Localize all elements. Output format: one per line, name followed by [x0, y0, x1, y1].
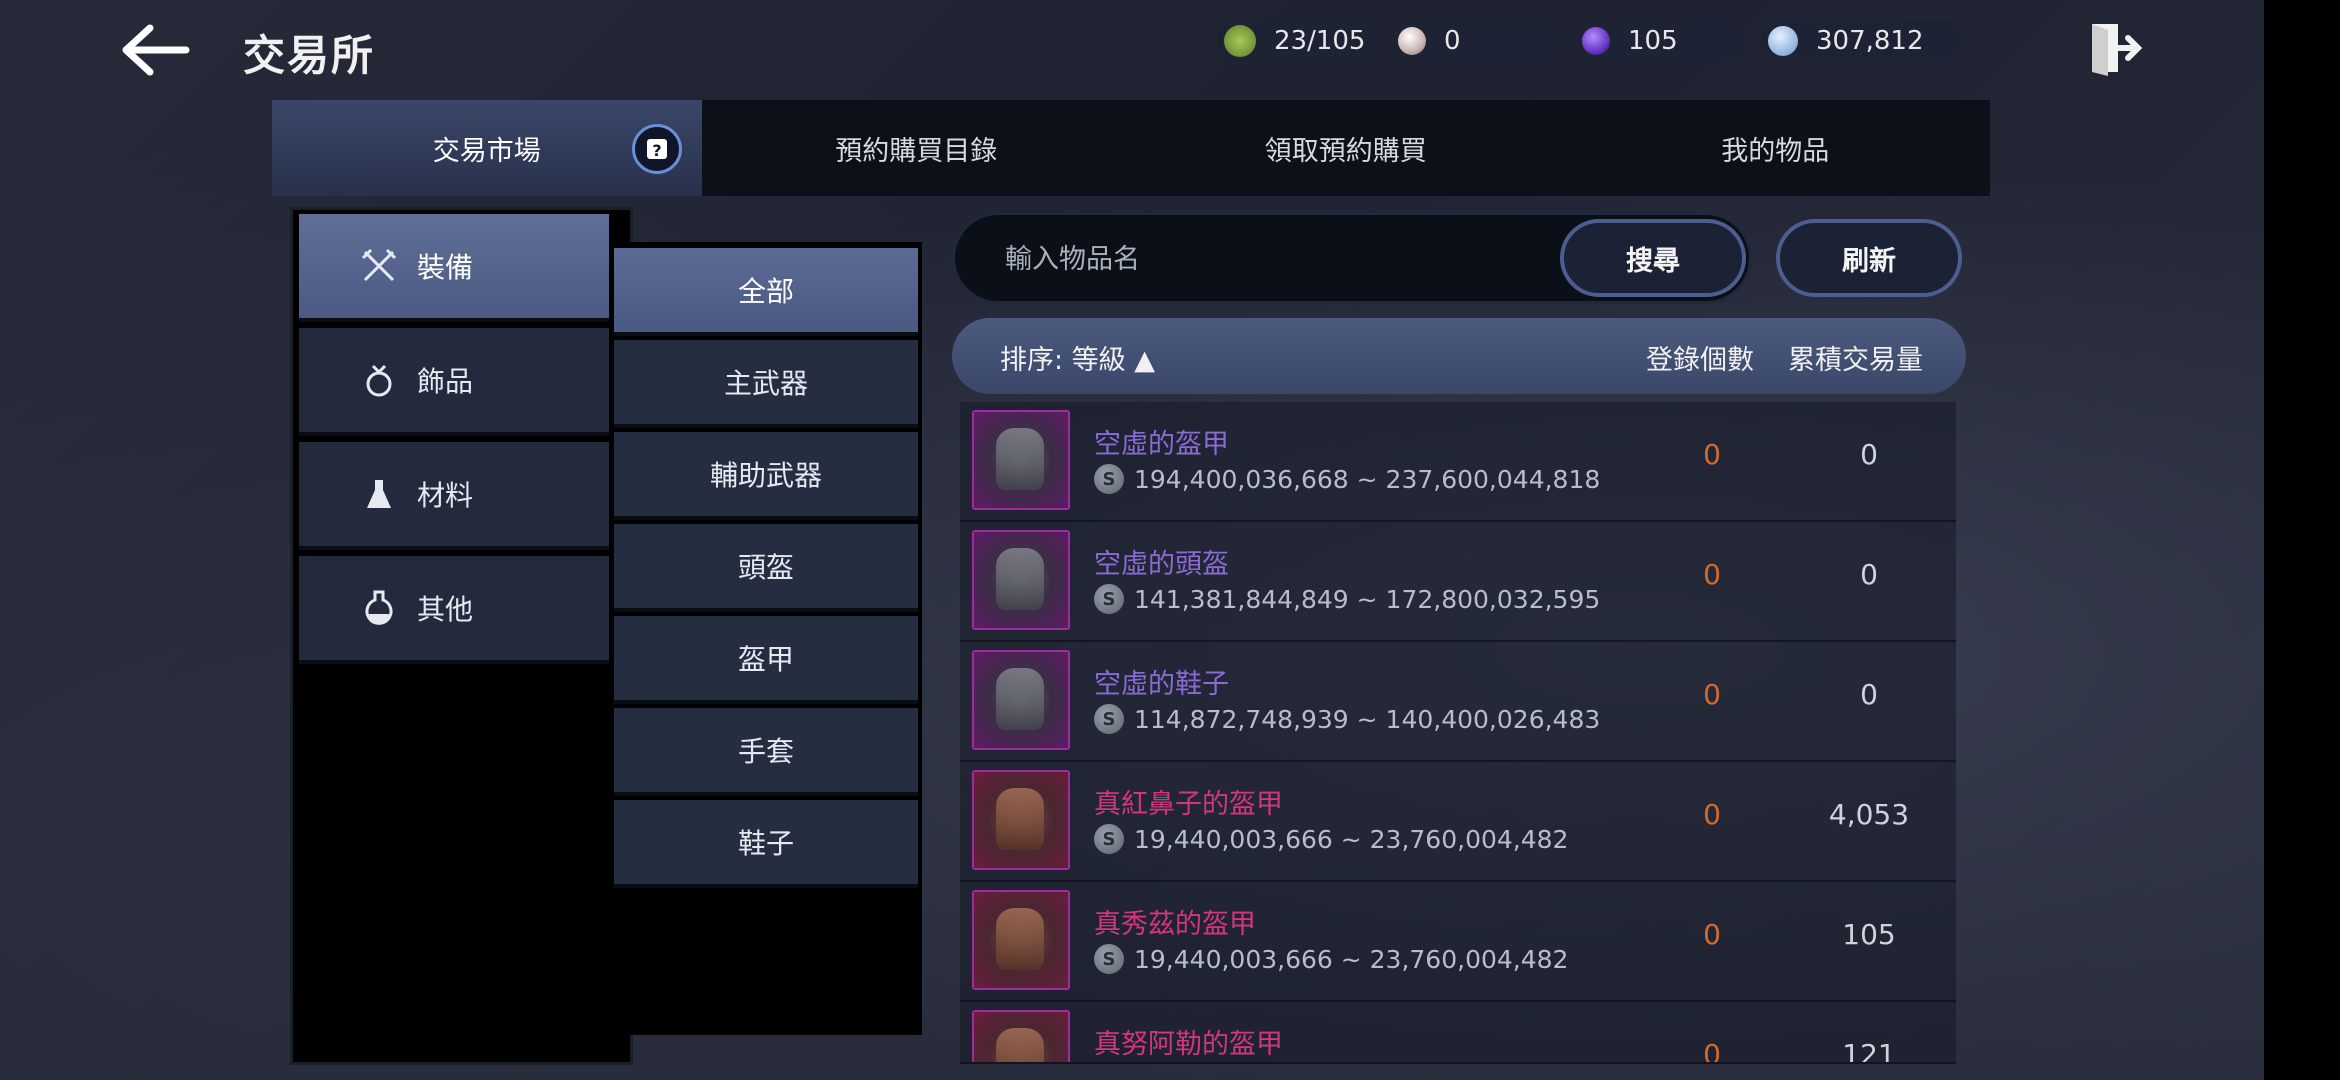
item-name: 空虛的頭盔 [1094, 549, 1229, 580]
item-thumbnail [972, 770, 1070, 870]
item-name: 真努阿勒的盔甲 [1094, 1029, 1283, 1060]
flask-icon [367, 480, 391, 508]
subcategory-helmet[interactable]: 頭盔 [614, 524, 918, 612]
subcategory-gloves[interactable]: 手套 [614, 708, 918, 796]
item-thumbnail [972, 890, 1070, 990]
item-thumbnail [972, 650, 1070, 750]
item-name: 真秀茲的盔甲 [1094, 909, 1256, 940]
help-book-icon[interactable]: ? [631, 124, 682, 174]
search-input[interactable] [1003, 233, 1527, 285]
silver-coin-icon: S [1094, 944, 1124, 974]
category-panel: 裝備 飾品 材料 其他 [290, 207, 633, 1065]
list-header: 排序: 等級 ▲ 登錄個數 累積交易量 [952, 318, 1966, 394]
item-row[interactable]: 真努阿勒的盔甲 0 121 [960, 1002, 1956, 1064]
search-button[interactable]: 搜尋 [1560, 219, 1746, 297]
item-trade-volume: 0 [1860, 438, 1878, 471]
page-title: 交易所 [243, 31, 376, 80]
category-material[interactable]: 材料 [299, 442, 609, 550]
item-listing-count: 0 [1703, 798, 1721, 831]
item-name: 真紅鼻子的盔甲 [1094, 789, 1283, 820]
exit-door-icon[interactable] [2088, 18, 2144, 78]
ring-icon [366, 364, 392, 397]
tab-reserve-list[interactable]: 預約購買目錄 [702, 100, 1132, 196]
item-price-range: S 19,440,003,666 ~ 23,760,004,482 [1094, 944, 1568, 974]
category-accessory[interactable]: 飾品 [299, 328, 609, 436]
item-listing-count: 0 [1703, 558, 1721, 591]
tab-my-items[interactable]: 我的物品 [1561, 100, 1991, 196]
item-trade-volume: 121 [1842, 1038, 1896, 1064]
item-price-range: S 141,381,844,849 ~ 172,800,032,595 [1094, 584, 1600, 614]
screen-edge-bar [2264, 0, 2340, 1080]
subcategory-panel: 全部 主武器 輔助武器 頭盔 盔甲 手套 鞋子 [610, 242, 922, 1035]
tab-claim-reserve[interactable]: 領取預約購買 [1131, 100, 1561, 196]
purple-crystal-icon [1582, 27, 1610, 55]
silver-coin-icon: S [1094, 584, 1124, 614]
category-other[interactable]: 其他 [299, 556, 609, 664]
potion-icon [365, 590, 393, 625]
item-trade-volume: 0 [1860, 678, 1878, 711]
sort-toggle[interactable]: 排序: 等級 ▲ [1000, 338, 1155, 377]
item-row[interactable]: 空虛的頭盔 S 141,381,844,849 ~ 172,800,032,595… [960, 522, 1956, 642]
subcategory-main-weapon[interactable]: 主武器 [614, 340, 918, 428]
item-listing-count: 0 [1703, 918, 1721, 951]
item-price-range: S 19,440,003,666 ~ 23,760,004,482 [1094, 824, 1568, 854]
item-listing-count: 0 [1703, 1038, 1721, 1064]
green-seal-icon [1224, 25, 1256, 57]
item-listing-count: 0 [1703, 678, 1721, 711]
svg-text:?: ? [652, 141, 661, 160]
subcategory-all[interactable]: 全部 [614, 248, 918, 336]
category-equipment[interactable]: 裝備 [299, 214, 609, 322]
item-thumbnail [972, 1010, 1070, 1062]
currency-crystal: 105 [1576, 22, 1746, 60]
refresh-button[interactable]: 刷新 [1776, 219, 1962, 297]
item-name: 空虛的盔甲 [1094, 429, 1229, 460]
tab-market[interactable]: 交易市場 ? [272, 100, 702, 196]
item-row[interactable]: 真秀茲的盔甲 S 19,440,003,666 ~ 23,760,004,482 … [960, 882, 1956, 1002]
column-volume-header: 累積交易量 [1788, 345, 1923, 376]
silver-coin-icon: S [1094, 704, 1124, 734]
item-trade-volume: 105 [1842, 918, 1896, 951]
item-price-range: S 194,400,036,668 ~ 237,600,044,818 [1094, 464, 1600, 494]
item-thumbnail [972, 410, 1070, 510]
item-row[interactable]: 空虛的盔甲 S 194,400,036,668 ~ 237,600,044,818… [960, 402, 1956, 522]
item-trade-volume: 4,053 [1828, 798, 1910, 831]
currency-pearl: 0 [1392, 22, 1562, 60]
currency-silver: 307,812 [1762, 22, 1962, 60]
item-thumbnail [972, 530, 1070, 630]
currency-seals: 23/105 [1218, 22, 1380, 60]
item-trade-volume: 0 [1860, 558, 1878, 591]
item-row[interactable]: 空虛的鞋子 S 114,872,748,939 ~ 140,400,026,483… [960, 642, 1956, 762]
subcategory-armor[interactable]: 盔甲 [614, 616, 918, 704]
silver-coin-icon: S [1094, 464, 1124, 494]
pearl-icon [1398, 27, 1426, 55]
silver-coin-icon: S [1094, 824, 1124, 854]
silver-coin-icon [1768, 26, 1798, 56]
crossed-swords-icon [361, 248, 397, 282]
item-listing-count: 0 [1703, 438, 1721, 471]
column-count-header: 登錄個數 [1646, 345, 1754, 376]
item-name: 空虛的鞋子 [1094, 669, 1229, 700]
back-arrow-icon[interactable] [122, 22, 192, 78]
subcategory-sub-weapon[interactable]: 輔助武器 [614, 432, 918, 520]
subcategory-shoes[interactable]: 鞋子 [614, 800, 918, 888]
item-row[interactable]: 真紅鼻子的盔甲 S 19,440,003,666 ~ 23,760,004,482… [960, 762, 1956, 882]
tab-bar: 交易市場 ? 預約購買目錄 領取預約購買 我的物品 [272, 100, 1990, 196]
item-price-range: S 114,872,748,939 ~ 140,400,026,483 [1094, 704, 1600, 734]
